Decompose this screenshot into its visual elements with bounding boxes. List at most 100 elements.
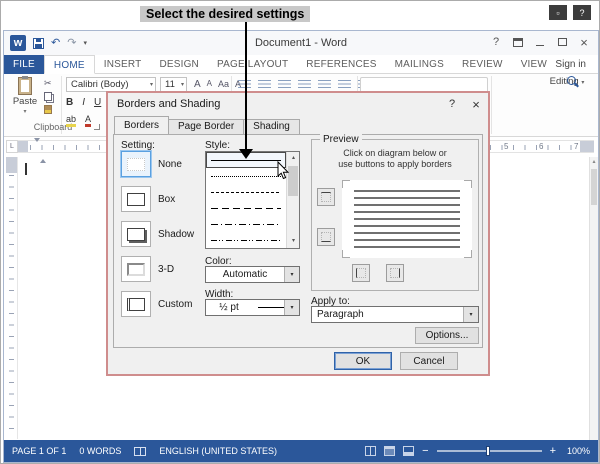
close-icon[interactable]: ×	[574, 33, 594, 51]
read-mode-icon[interactable]	[365, 446, 376, 456]
scroll-down-icon[interactable]: ▾	[287, 235, 300, 248]
preview-text-lines	[354, 190, 460, 248]
setting-option-icon	[121, 151, 151, 177]
ribbon-tab[interactable]: MAILINGS	[386, 55, 453, 74]
minimize-icon[interactable]	[530, 33, 550, 51]
ribbon-display-options-icon[interactable]	[508, 33, 528, 51]
word-logo-icon[interactable]: w	[10, 35, 26, 51]
grow-font-icon[interactable]: A	[194, 79, 201, 90]
top-border-button[interactable]	[317, 188, 335, 206]
ribbon-tab[interactable]: PAGE LAYOUT	[208, 55, 297, 74]
redo-icon[interactable]: ↷	[67, 38, 76, 49]
color-dropdown[interactable]: Automatic ▾	[205, 266, 300, 283]
help-badge-icon[interactable]: ?	[573, 5, 591, 20]
language-indicator[interactable]: ENGLISH (UNITED STATES)	[159, 446, 277, 456]
style-list-item[interactable]	[206, 216, 286, 232]
bottom-border-button[interactable]	[317, 228, 335, 246]
undo-icon[interactable]: ↶	[51, 38, 60, 49]
setting-option[interactable]: 3-D	[121, 256, 194, 282]
setting-option[interactable]: Box	[121, 186, 194, 212]
font-color-icon[interactable]: A	[85, 114, 91, 127]
scroll-up-icon[interactable]: ▴	[590, 157, 598, 167]
indent-markers[interactable]	[34, 142, 42, 160]
scrollbar-thumb[interactable]	[591, 169, 597, 205]
zoom-slider[interactable]	[437, 450, 542, 452]
ok-button[interactable]: OK	[334, 352, 392, 370]
dialog-tab[interactable]: Page Border	[168, 119, 244, 134]
zoom-out-button[interactable]: −	[422, 446, 428, 457]
decrease-indent-icon[interactable]	[298, 80, 311, 90]
ribbon-tab[interactable]: REFERENCES	[297, 55, 385, 74]
dialog-help-icon[interactable]: ?	[440, 95, 464, 113]
italic-button[interactable]: I	[82, 97, 85, 108]
dialog-close-icon[interactable]: ×	[464, 95, 488, 113]
font-name-combo[interactable]: Calibri (Body) ▾	[66, 77, 156, 92]
style-list-item[interactable]	[206, 168, 286, 184]
numbering-icon[interactable]	[258, 80, 271, 90]
shrink-font-icon[interactable]: A	[207, 79, 212, 90]
cut-icon[interactable]: ✂	[44, 78, 52, 88]
vertical-ruler	[6, 157, 18, 439]
chevron-down-icon[interactable]: ▾	[284, 267, 299, 282]
sign-in-link[interactable]: Sign in	[545, 55, 596, 74]
sort-icon[interactable]	[338, 80, 351, 90]
help-icon[interactable]: ?	[486, 33, 506, 51]
style-label: Style:	[205, 140, 230, 151]
format-painter-icon[interactable]	[44, 105, 52, 114]
ribbon-tab[interactable]: DESIGN	[150, 55, 208, 74]
preview-hint: Click on diagram below or use buttons to…	[312, 148, 478, 170]
web-layout-icon[interactable]	[403, 446, 414, 456]
increase-indent-icon[interactable]	[318, 80, 331, 90]
width-dropdown[interactable]: ½ pt ▾	[205, 299, 300, 316]
style-list-item[interactable]	[206, 184, 286, 200]
style-list-item[interactable]	[206, 232, 286, 248]
print-layout-icon[interactable]	[384, 446, 395, 456]
chevron-down-icon[interactable]: ▾	[463, 307, 478, 322]
copy-icon[interactable]	[44, 92, 52, 101]
apply-to-dropdown[interactable]: Paragraph ▾	[311, 306, 479, 323]
font-tools: A A Aa A	[194, 79, 241, 90]
status-bar-right: − + 100%	[365, 446, 590, 457]
dialog-title-bar[interactable]: Borders and Shading ? ×	[108, 93, 488, 115]
page-indicator[interactable]: PAGE 1 OF 1	[12, 446, 66, 456]
zoom-in-button[interactable]: +	[550, 446, 556, 457]
ribbon-tab[interactable]: INSERT	[95, 55, 151, 74]
change-case-icon[interactable]: Aa	[218, 79, 229, 90]
tab-selector-box[interactable]: L	[6, 140, 18, 153]
multilevel-list-icon[interactable]	[278, 80, 291, 90]
zoom-level[interactable]: 100%	[564, 446, 590, 456]
cancel-button[interactable]: Cancel	[400, 352, 458, 370]
bold-button[interactable]: B	[66, 97, 73, 108]
clipboard-dialog-launcher-icon[interactable]	[94, 124, 100, 130]
annotation-arrow-head	[239, 149, 253, 159]
right-border-button[interactable]	[386, 264, 404, 282]
ribbon-tab[interactable]: HOME	[44, 55, 95, 74]
style-list-item[interactable]	[206, 200, 286, 216]
editing-group-button[interactable]: Editing ▾	[538, 76, 596, 134]
maximize-icon[interactable]	[552, 33, 572, 51]
preview-diagram[interactable]	[342, 180, 472, 258]
setting-option[interactable]: None	[121, 151, 194, 177]
proofing-book-icon[interactable]	[134, 447, 146, 456]
save-icon[interactable]	[33, 38, 44, 49]
window-badge-icon[interactable]: ▫	[549, 5, 567, 20]
dialog-tab[interactable]: Shading	[243, 119, 300, 134]
ribbon-tab[interactable]: REVIEW	[453, 55, 512, 74]
options-button[interactable]: Options...	[415, 327, 479, 344]
ribbon-tab[interactable]: FILE	[4, 55, 44, 74]
customize-qat-icon[interactable]: ▾	[83, 39, 87, 47]
vertical-scrollbar[interactable]: ▴	[589, 157, 598, 442]
word-count[interactable]: 0 WORDS	[79, 446, 121, 456]
left-border-button[interactable]	[352, 264, 370, 282]
underline-button[interactable]: U	[94, 97, 101, 108]
dialog-tab[interactable]: Borders	[114, 116, 169, 134]
setting-option[interactable]: Custom	[121, 291, 194, 317]
clipboard-small-tools: ✂	[44, 78, 52, 114]
paste-button[interactable]: Paste ▾	[10, 77, 40, 127]
font-size-combo[interactable]: 11 ▾	[160, 77, 187, 92]
zoom-slider-thumb[interactable]	[486, 446, 490, 456]
highlight-color-icon[interactable]: ab	[66, 114, 76, 127]
chevron-down-icon[interactable]: ▾	[284, 300, 299, 315]
setting-option-label: Custom	[158, 299, 192, 310]
setting-option[interactable]: Shadow	[121, 221, 194, 247]
